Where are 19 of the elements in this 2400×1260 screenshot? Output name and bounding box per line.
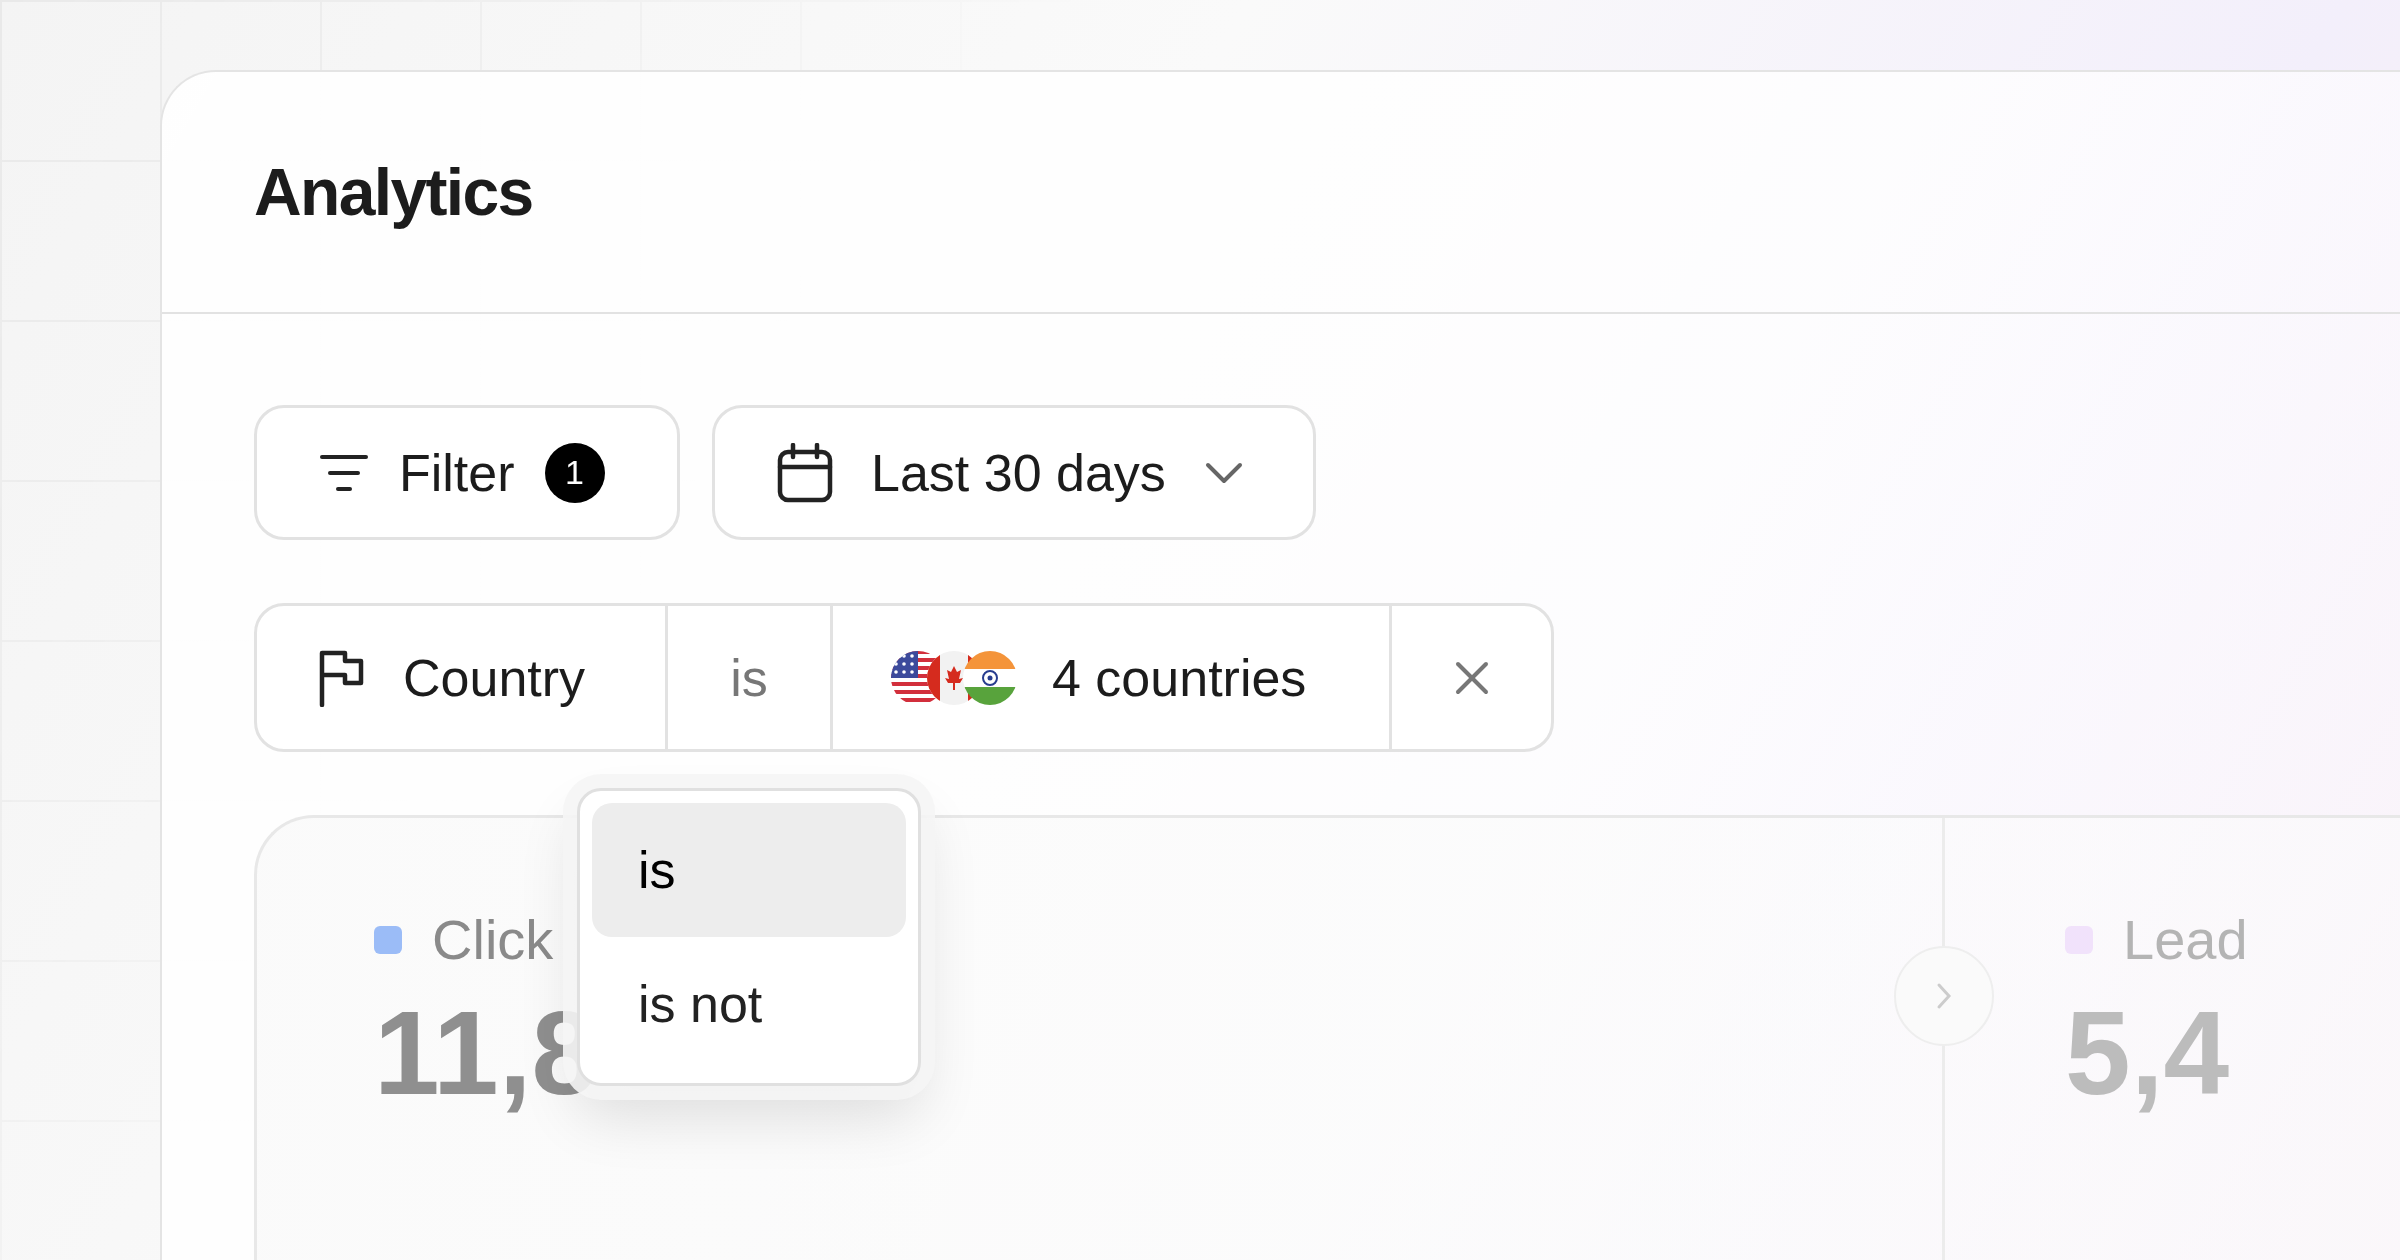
date-range-label: Last 30 days	[871, 442, 1166, 504]
filter-count-badge: 1	[544, 442, 605, 503]
chevron-right-icon	[1936, 982, 1952, 1010]
flag-icon	[317, 648, 365, 707]
close-icon	[1453, 659, 1490, 696]
stat-label: Lead	[2123, 907, 2248, 973]
filter-button[interactable]: Filter 1	[254, 405, 680, 540]
filter-label: Filter	[399, 442, 515, 504]
field-selector[interactable]: Country	[257, 606, 668, 749]
chevron-down-icon	[1203, 460, 1244, 485]
menu-option[interactable]: is	[592, 803, 906, 937]
date-range-dropdown[interactable]: Last 30 days	[712, 405, 1316, 540]
value-selector[interactable]: 4 countries	[833, 606, 1392, 749]
page-title: Analytics	[254, 153, 533, 231]
operator-selector[interactable]: is	[668, 606, 833, 749]
stat-label: Click	[432, 907, 554, 973]
stat-value: 5,4	[2065, 994, 2231, 1112]
calendar-icon	[777, 442, 833, 503]
india-flag-icon	[962, 649, 1018, 706]
